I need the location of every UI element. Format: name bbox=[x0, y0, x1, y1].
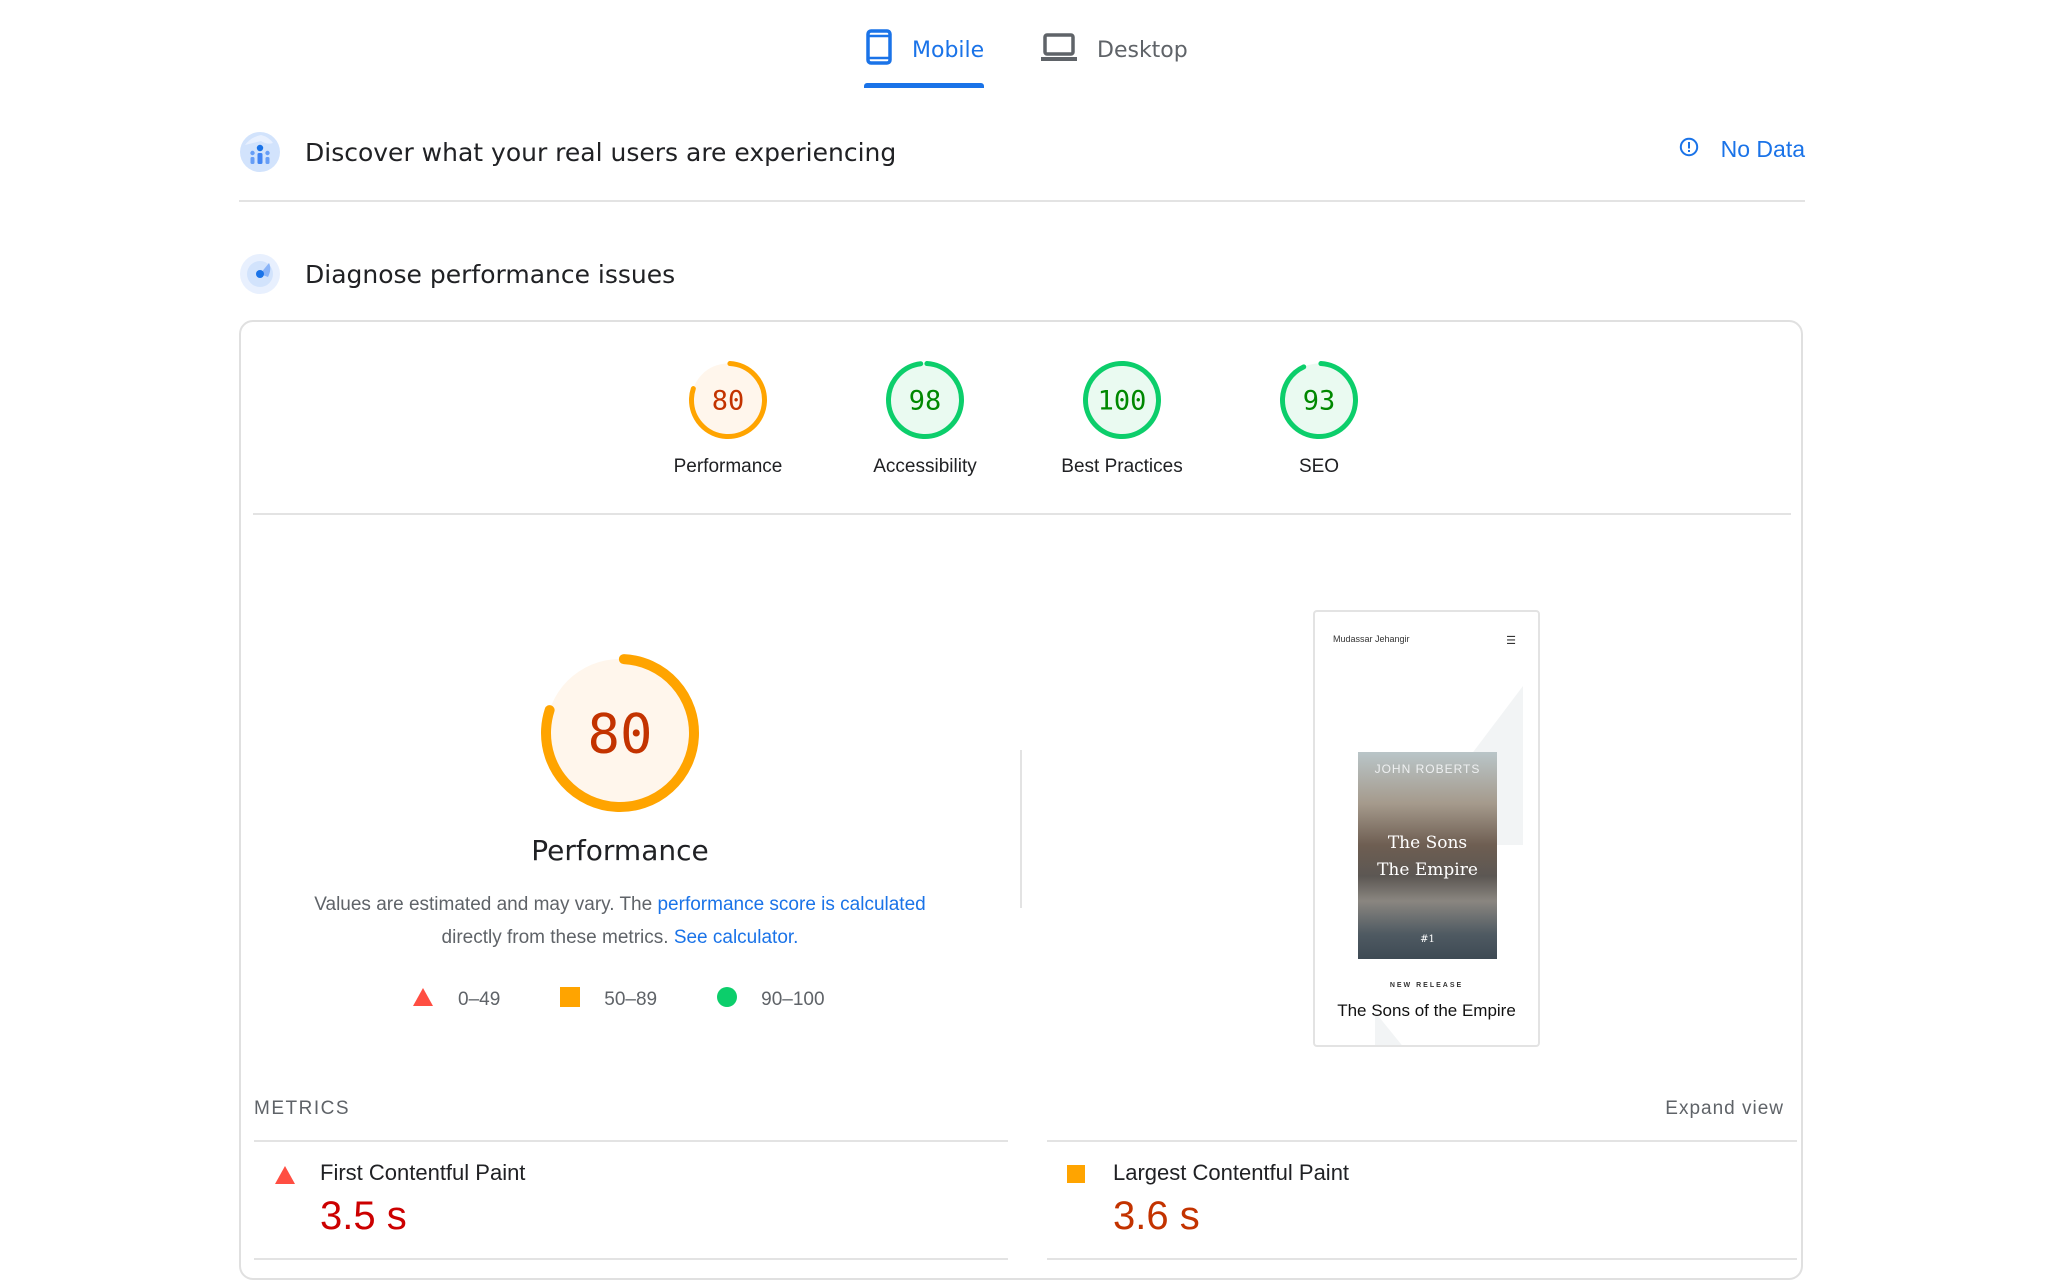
gauge-seo[interactable]: 93 SEO bbox=[1239, 360, 1399, 478]
lab-data-header: Diagnose performance issues bbox=[239, 244, 1805, 304]
metric-first-contentful-paint: First Contentful Paint 3.5 s bbox=[254, 1140, 1008, 1262]
gauge-2-score: 100 bbox=[1098, 386, 1147, 417]
active-tab-indicator bbox=[864, 83, 984, 88]
gauge-0-score: 80 bbox=[712, 386, 745, 417]
tab-desktop[interactable]: Desktop bbox=[1041, 28, 1188, 72]
score-calculated-link[interactable]: performance score is calculated bbox=[657, 894, 925, 915]
gauge-best-practices[interactable]: 100 Best Practices bbox=[1042, 360, 1202, 478]
gauge-label: Accessibility bbox=[873, 456, 977, 477]
gauge-accessibility-ring: 98 bbox=[886, 361, 964, 439]
average-square-icon bbox=[1067, 1165, 1087, 1190]
site-name: Mudassar Jehangir bbox=[1333, 634, 1410, 644]
legend-pass: 90–100 bbox=[717, 987, 825, 1013]
cover-title-line2: The Empire bbox=[1377, 860, 1478, 880]
legend-average: 50–89 bbox=[560, 987, 657, 1013]
lab-data-title: Diagnose performance issues bbox=[305, 259, 676, 289]
smartphone-icon bbox=[866, 29, 892, 71]
performance-score-gauge: 80 bbox=[541, 654, 699, 812]
legend-label: 0–49 bbox=[458, 989, 501, 1010]
no-data-label: No Data bbox=[1720, 136, 1805, 162]
metric-divider bbox=[254, 1140, 1008, 1142]
tab-mobile[interactable]: Mobile bbox=[866, 28, 984, 72]
tab-mobile-label: Mobile bbox=[912, 37, 985, 63]
metric-name: First Contentful Paint bbox=[320, 1160, 526, 1185]
score-legend: 0–49 50–89 90–100 bbox=[412, 985, 885, 1015]
desc-text-2: directly from these metrics. bbox=[441, 927, 674, 948]
release-label: NEW RELEASE bbox=[1389, 982, 1464, 989]
performance-description: Values are estimated and may vary. The p… bbox=[280, 888, 960, 954]
field-data-header: Discover what your real users are experi… bbox=[239, 122, 1805, 182]
metric-divider bbox=[254, 1258, 1008, 1260]
gauge-accessibility[interactable]: 98 Accessibility bbox=[845, 360, 1005, 478]
gauge-best-practices-ring: 100 bbox=[1083, 361, 1161, 439]
gauges-divider bbox=[253, 513, 1791, 515]
desc-text: Values are estimated and may vary. The bbox=[314, 894, 658, 915]
real-users-icon bbox=[239, 131, 281, 173]
cover-author: JOHN ROBERTS bbox=[1374, 762, 1481, 776]
info-icon bbox=[1679, 136, 1699, 163]
square-icon bbox=[560, 987, 581, 1013]
performance-title: Performance bbox=[531, 834, 709, 867]
metric-divider bbox=[1047, 1140, 1797, 1142]
field-data-title: Discover what your real users are experi… bbox=[305, 137, 897, 167]
triangle-icon bbox=[412, 987, 434, 1013]
gauge-label: Best Practices bbox=[1061, 456, 1183, 477]
metric-name: Largest Contentful Paint bbox=[1113, 1160, 1350, 1185]
hamburger-menu-icon: ☰ bbox=[1506, 635, 1516, 647]
gauge-1-score: 98 bbox=[909, 386, 942, 417]
circle-icon bbox=[717, 987, 738, 1013]
cover-rank: #1 bbox=[1420, 934, 1435, 945]
see-calculator-link[interactable]: See calculator. bbox=[674, 927, 799, 948]
gauge-performance[interactable]: 80 Performance bbox=[648, 360, 808, 478]
cover-title: The Sons The Empire bbox=[1358, 830, 1497, 884]
metric-divider bbox=[1047, 1258, 1797, 1260]
metric-value: 3.5 s bbox=[320, 1194, 407, 1238]
lab-diagnose-icon bbox=[239, 253, 281, 295]
tab-desktop-label: Desktop bbox=[1097, 37, 1188, 63]
gauge-3-score: 93 bbox=[1303, 386, 1336, 417]
performance-gauge-score: 80 bbox=[587, 702, 652, 765]
laptop-icon bbox=[1041, 32, 1077, 68]
metrics-heading: METRICS bbox=[254, 1098, 350, 1119]
page-title: The Sons of the Empire bbox=[1337, 1001, 1516, 1020]
book-cover: JOHN ROBERTS The Sons The Empire #1 bbox=[1358, 752, 1497, 959]
expand-view-button[interactable]: Expand view bbox=[1665, 1098, 1784, 1120]
gauge-seo-ring: 93 bbox=[1280, 361, 1358, 439]
final-screenshot[interactable]: Mudassar Jehangir ☰ JOHN ROBERTS The Son… bbox=[1313, 610, 1540, 1047]
legend-fail: 0–49 bbox=[412, 987, 500, 1013]
metric-value: 3.6 s bbox=[1113, 1194, 1200, 1238]
gauge-label: Performance bbox=[673, 456, 783, 477]
vertical-divider bbox=[1020, 750, 1022, 908]
legend-label: 90–100 bbox=[761, 989, 825, 1010]
cover-title-line1: The Sons bbox=[1387, 833, 1468, 853]
legend-label: 50–89 bbox=[604, 989, 658, 1010]
gauge-label: SEO bbox=[1298, 456, 1340, 477]
gauge-performance-ring: 80 bbox=[689, 361, 767, 439]
fail-triangle-icon bbox=[274, 1165, 296, 1190]
no-data-status[interactable]: No Data bbox=[1679, 136, 1805, 163]
section-divider bbox=[239, 200, 1805, 202]
metric-largest-contentful-paint: Largest Contentful Paint 3.6 s bbox=[1047, 1140, 1797, 1262]
